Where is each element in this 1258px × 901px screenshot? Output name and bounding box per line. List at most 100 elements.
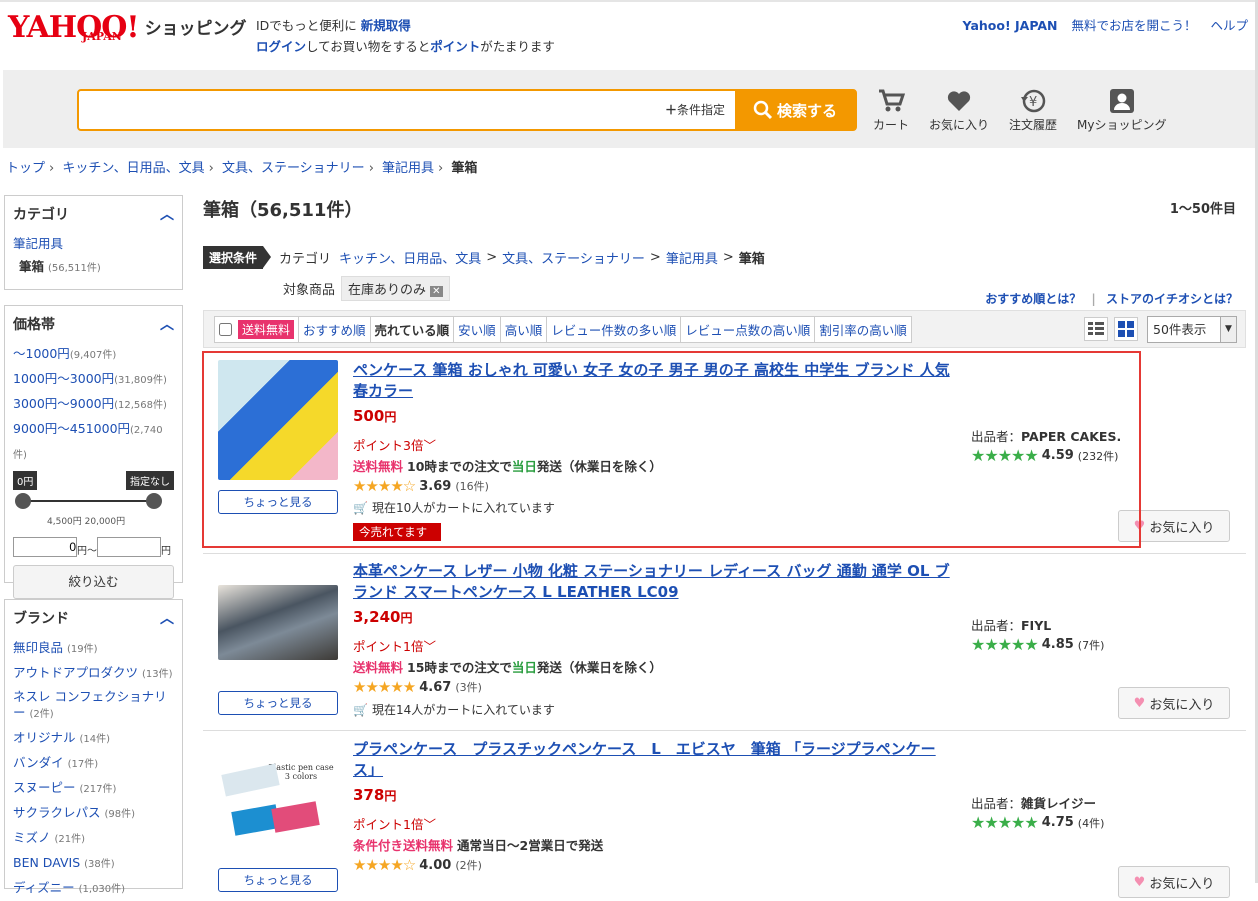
clear-case-shape bbox=[221, 763, 280, 797]
yahoo-japan-link[interactable]: Yahoo! JAPAN bbox=[963, 18, 1058, 33]
product-name-link[interactable]: 本革ペンケース レザー 小物 化粧 ステーショナリー レディース バッグ 通勤 … bbox=[353, 561, 953, 603]
favorite-button[interactable]: ♥ お気に入り bbox=[1118, 687, 1230, 719]
signup-link[interactable]: 新規取得 bbox=[361, 18, 411, 33]
price-range-link[interactable]: 1000円〜3000円 bbox=[13, 371, 114, 386]
cond-path-link[interactable]: 文具、ステーショナリー bbox=[502, 248, 645, 267]
yahoo-shopping-logo[interactable]: YAHOO! ショッピング bbox=[8, 13, 247, 43]
nav-history-label: 注文履歴 bbox=[1009, 118, 1058, 132]
grid-view-icon[interactable] bbox=[1114, 317, 1138, 341]
brand-link[interactable]: 無印良品 bbox=[13, 640, 63, 655]
login-link[interactable]: ログイン bbox=[256, 39, 306, 54]
brand-link[interactable]: アウトドアプロダクツ bbox=[13, 665, 138, 680]
sort-best-selling[interactable]: 売れている順 bbox=[371, 317, 455, 342]
seller-label: 出品者： bbox=[971, 796, 1022, 811]
free-shipping-toggle[interactable]: 送料無料 bbox=[215, 317, 300, 342]
in-stock-chip[interactable]: 在庫ありのみ ✕ bbox=[341, 276, 450, 301]
free-shipping-badge: 送料無料 bbox=[353, 660, 404, 675]
cond-path-link[interactable]: 筆記用具 bbox=[666, 248, 718, 267]
open-store-link[interactable]: 無料でお店を開こう！ bbox=[1071, 18, 1196, 33]
breadcrumb-separator: › bbox=[438, 161, 444, 176]
category-parent-link[interactable]: 筆記用具 bbox=[13, 236, 63, 251]
favorite-button[interactable]: ♥ お気に入り bbox=[1118, 866, 1230, 898]
quick-view-button[interactable]: ちょっと見る bbox=[218, 691, 338, 715]
seller-rating-stars: ★★★★★ bbox=[971, 813, 1039, 832]
condition-label: 条件指定 bbox=[676, 103, 725, 117]
product-rating[interactable]: ★★★★★ 4.67 (3件) bbox=[353, 678, 482, 696]
search-box: ＋条件指定 検索する bbox=[77, 89, 857, 131]
filter-button[interactable]: 絞り込む bbox=[13, 565, 174, 599]
points-text: ポイント1倍 bbox=[353, 817, 424, 832]
seller-rating[interactable]: ★★★★★ 4.85 (7件) bbox=[971, 635, 1104, 654]
cond-path-current: 筆箱 bbox=[738, 252, 765, 267]
store-pick-help-link[interactable]: ストアのイチオシとは？ bbox=[1106, 292, 1238, 306]
seller-rating[interactable]: ★★★★★ 4.75 (4件) bbox=[971, 813, 1104, 832]
breadcrumb-top[interactable]: トップ bbox=[6, 161, 45, 176]
product-name-link[interactable]: プラペンケース プラスチックペンケース L エビスヤ 筆箱 「ラージプラペンケー… bbox=[353, 739, 953, 781]
search-button[interactable]: 検索する bbox=[735, 91, 855, 129]
slider-max-handle[interactable] bbox=[146, 493, 162, 509]
search-input[interactable] bbox=[87, 97, 647, 123]
free-shipping-checkbox[interactable] bbox=[219, 323, 232, 336]
product-image[interactable] bbox=[218, 585, 338, 660]
category-count: (56,511件) bbox=[48, 263, 101, 274]
nav-my-shopping[interactable]: Myショッピング bbox=[1077, 86, 1167, 133]
recommend-help-link[interactable]: おすすめ順とは？ bbox=[985, 292, 1081, 306]
sort-price-low[interactable]: 安い順 bbox=[454, 317, 501, 342]
brand-link[interactable]: オリジナル bbox=[13, 730, 76, 745]
sort-review-score[interactable]: レビュー点数の高い順 bbox=[681, 317, 816, 342]
target-label: 対象商品 bbox=[283, 283, 336, 298]
breadcrumb: トップ › キッチン、日用品、文具 › 文具、ステーショナリー › 筆記用具 › 筆箱 bbox=[6, 157, 477, 176]
quick-view-button[interactable]: ちょっと見る bbox=[218, 868, 338, 892]
brand-count: (38件) bbox=[84, 859, 115, 870]
condition-button[interactable]: ＋条件指定 bbox=[665, 101, 725, 118]
chevron-up-icon[interactable]: ︿ bbox=[160, 204, 174, 224]
review-count: (2件) bbox=[455, 859, 482, 872]
close-icon[interactable]: ✕ bbox=[430, 286, 443, 297]
sort-recommended[interactable]: おすすめ順 bbox=[299, 317, 371, 342]
points-multiplier[interactable]: ポイント1倍﹀ bbox=[353, 636, 436, 655]
breadcrumb-writing[interactable]: 筆記用具 bbox=[382, 161, 434, 176]
nav-favorites-label: お気に入り bbox=[929, 118, 990, 132]
top-header: YAHOO! ショッピング JAPAN IDでもっと便利に 新規取得 ログインし… bbox=[0, 0, 1258, 70]
slider-min-handle[interactable] bbox=[15, 493, 31, 509]
chevron-up-icon[interactable]: ︿ bbox=[160, 608, 174, 628]
help-link[interactable]: ヘルプ bbox=[1210, 18, 1248, 33]
nav-cart[interactable]: カート bbox=[873, 86, 909, 133]
search-band: ＋条件指定 検索する カート お気に入り ¥ 注文履歴 Myショッピング bbox=[3, 70, 1258, 148]
seller-name[interactable]: 雑貨レイジー bbox=[1021, 796, 1096, 811]
sort-discount[interactable]: 割引率の高い順 bbox=[815, 317, 911, 342]
price-max-input[interactable] bbox=[97, 537, 161, 557]
sort-price-high[interactable]: 高い順 bbox=[501, 317, 548, 342]
brand-link[interactable]: BEN DAVIS bbox=[13, 855, 80, 870]
brand-link[interactable]: ミズノ bbox=[13, 830, 51, 845]
price-range-link[interactable]: 3000円〜9000円 bbox=[13, 396, 114, 411]
nav-cart-label: カート bbox=[873, 118, 910, 132]
nav-order-history[interactable]: ¥ 注文履歴 bbox=[1009, 86, 1057, 133]
brand-link[interactable]: バンダイ bbox=[13, 755, 64, 770]
product-card: Plastic pen case 3 colors ちょっと見る プラペンケース… bbox=[203, 733, 1246, 898]
breadcrumb-kitchen[interactable]: キッチン、日用品、文具 bbox=[62, 161, 204, 176]
brand-link[interactable]: サクラクレパス bbox=[13, 805, 101, 820]
points-link[interactable]: ポイント bbox=[430, 39, 480, 54]
pink-case-shape bbox=[271, 801, 320, 833]
points-multiplier[interactable]: ポイント1倍﹀ bbox=[353, 814, 436, 833]
brand-link[interactable]: スヌーピー bbox=[13, 780, 76, 795]
page-title: 筆箱（56,511件） bbox=[203, 200, 363, 221]
product-image[interactable]: Plastic pen case 3 colors bbox=[218, 763, 338, 843]
per-page-select[interactable]: 50件表示 ▼ bbox=[1147, 316, 1237, 343]
slider-track bbox=[23, 500, 154, 502]
product-price: 378円 bbox=[353, 786, 396, 804]
breadcrumb-stationery[interactable]: 文具、ステーショナリー bbox=[222, 161, 365, 176]
list-view-icon[interactable] bbox=[1084, 317, 1108, 341]
product-rating[interactable]: ★★★★☆ 4.00 (2件) bbox=[353, 856, 482, 874]
price-range-link[interactable]: 9000円〜451000円 bbox=[13, 421, 130, 436]
nav-favorites[interactable]: お気に入り bbox=[929, 86, 989, 133]
seller-name[interactable]: FIYL bbox=[1021, 618, 1051, 633]
points-text: がたまります bbox=[480, 39, 555, 54]
sort-review-count[interactable]: レビュー件数の多い順 bbox=[547, 317, 682, 342]
brand-link[interactable]: ディズニー bbox=[13, 880, 75, 895]
cond-path-link[interactable]: キッチン、日用品、文具 bbox=[339, 248, 481, 267]
chevron-up-icon[interactable]: ︿ bbox=[160, 314, 174, 334]
price-min-input[interactable] bbox=[13, 537, 77, 557]
price-range-link[interactable]: 〜1000円 bbox=[13, 346, 70, 361]
